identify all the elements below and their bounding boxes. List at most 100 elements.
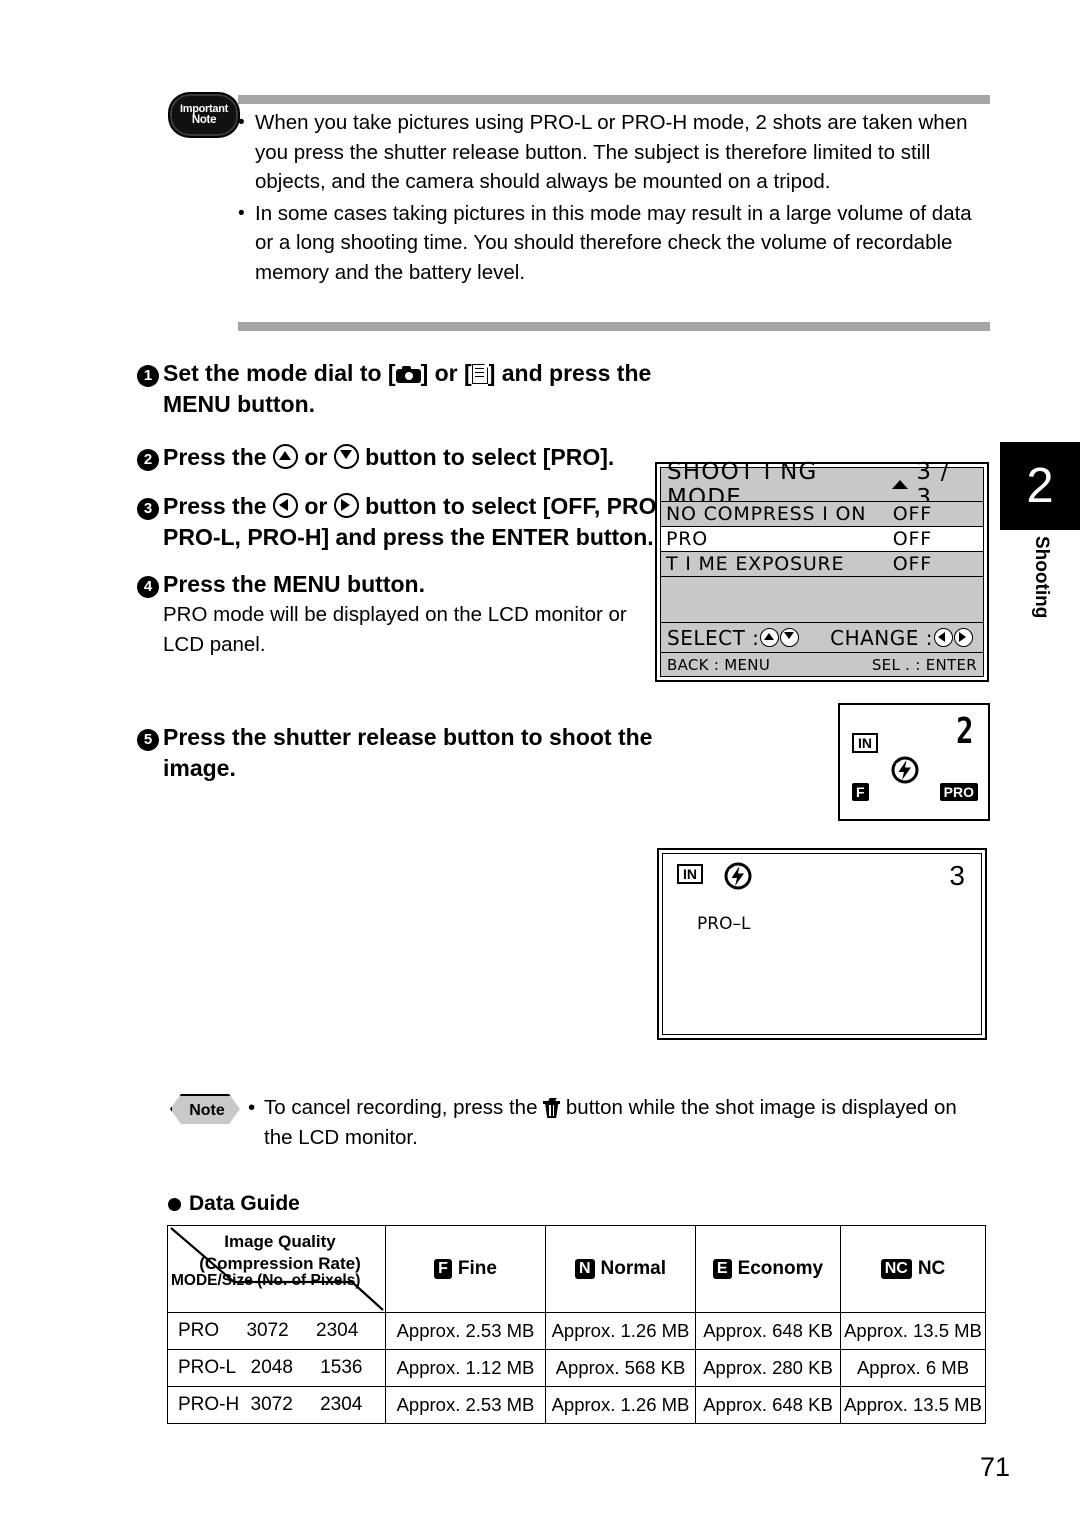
note-item-text: To cancel recording, press the button wh… xyxy=(264,1093,990,1153)
step-3-text-a: Press the xyxy=(163,493,267,519)
note-badge-text: Note xyxy=(170,1094,240,1124)
step-1: 1 Set the mode dial to [] or [] and pres… xyxy=(133,358,663,420)
lcd-menu-footer: BACK : MENU SEL . : ENTER xyxy=(661,653,983,676)
table-row: PRO 3072 2304 Approx. 2.53 MB Approx. 1.… xyxy=(167,1312,986,1350)
table-cell-fine: Approx. 2.53 MB xyxy=(385,1312,546,1350)
lcd-menu-item-label: PRO xyxy=(666,528,709,550)
table-corner-top-label: Image Quality (Compression Rate) xyxy=(199,1232,361,1273)
step-5: 5 Press the shutter release button to sh… xyxy=(133,722,663,784)
important-note-body: • When you take pictures using PRO-L or … xyxy=(238,108,990,289)
step-2-text-c: button to select [PRO]. xyxy=(365,444,615,470)
table-cell-nc: Approx. 13.5 MB xyxy=(840,1386,986,1424)
step-2: 2 Press the or button to select [PRO]. xyxy=(133,442,663,473)
lcd-menu-item-pro[interactable]: PRO OFF xyxy=(661,527,983,552)
pixel-width: 3072 xyxy=(246,1320,289,1341)
table-corner-header: Image Quality (Compression Rate) MODE/Si… xyxy=(167,1225,386,1313)
lcd-menu-item-no-compression[interactable]: NO COMPRESS I ON OFF xyxy=(661,502,983,527)
pixel-width: 3072 xyxy=(250,1394,293,1415)
lcd-menu-item-value: OFF xyxy=(892,553,932,575)
col-label: Economy xyxy=(737,1258,824,1279)
step-1-number: 1 xyxy=(133,364,163,387)
pro-mode-badge: PRO xyxy=(939,783,978,801)
lcd-monitor-mode-text: PRO–L xyxy=(697,914,751,934)
step-2-number: 2 xyxy=(133,448,163,471)
col-label: Fine xyxy=(457,1258,497,1279)
fine-quality-badge: F xyxy=(434,1259,452,1279)
flash-off-icon xyxy=(721,859,755,898)
table-cell-fine: Approx. 2.53 MB xyxy=(385,1386,546,1424)
down-arrow-icon xyxy=(780,628,800,647)
page-number: 71 xyxy=(979,1452,1010,1482)
table-cell-nc: Approx. 6 MB xyxy=(840,1349,986,1387)
mode-name: PRO xyxy=(178,1320,220,1341)
table-col-header-fine: F Fine xyxy=(385,1225,546,1313)
bullet-dot-icon xyxy=(168,1197,181,1211)
lcd-menu-key-hints: SELECT : CHANGE : xyxy=(661,623,983,653)
lcd-menu-select-enter-hint: SEL . : ENTER xyxy=(871,655,977,674)
step-4-text: Press the MENU button. PRO mode will be … xyxy=(163,569,663,660)
step-1-text-b: ] or [ xyxy=(420,360,472,386)
lcd-menu-item-value: OFF xyxy=(892,528,932,550)
lcd-menu-select-label: SELECT : xyxy=(667,625,760,650)
lcd-menu-change-hint: CHANGE : xyxy=(830,626,977,650)
step-3: 3 Press the or button to select [OFF, PR… xyxy=(133,491,663,553)
manual-page: Important Note • When you take pictures … xyxy=(0,0,1080,1529)
step-5-number: 5 xyxy=(133,728,163,751)
lcd-monitor-preview: IN 3 PRO–L xyxy=(657,848,987,1040)
note-body: • To cancel recording, press the button … xyxy=(248,1093,990,1153)
right-arrow-icon xyxy=(954,628,973,647)
lcd-menu-title-row: SHOOT I NG MODE 3 / 3 xyxy=(661,459,983,511)
note-badge: Note xyxy=(170,1094,240,1124)
economy-quality-badge: E xyxy=(712,1259,732,1279)
table-cell-normal: Approx. 1.26 MB xyxy=(545,1386,696,1424)
up-arrow-icon xyxy=(760,628,780,647)
data-guide-table: Image Quality (Compression Rate) MODE/Si… xyxy=(167,1225,986,1424)
table-cell-economy: Approx. 648 KB xyxy=(695,1386,841,1424)
lcd-menu-item-label: T I ME EXPOSURE xyxy=(666,553,845,575)
lcd-panel-shot-count: 2 xyxy=(956,711,974,752)
table-col-header-normal: N Normal xyxy=(545,1225,696,1313)
nc-quality-badge: NC xyxy=(880,1259,912,1279)
step-4: 4 Press the MENU button. PRO mode will b… xyxy=(133,569,663,660)
table-cell-mode: PRO-H 3072 2304 xyxy=(167,1386,386,1424)
step-1-text: Set the mode dial to [] or [] and press … xyxy=(163,358,663,420)
bullet-glyph: • xyxy=(238,112,245,133)
table-cell-normal: Approx. 568 KB xyxy=(545,1349,696,1387)
lcd-menu-change-label: CHANGE : xyxy=(830,625,933,650)
down-arrow-button-icon xyxy=(333,444,359,469)
table-cell-economy: Approx. 648 KB xyxy=(695,1312,841,1350)
page-up-triangle-icon xyxy=(892,480,909,489)
normal-quality-badge: N xyxy=(574,1259,595,1279)
pixel-height: 2304 xyxy=(316,1320,359,1341)
step-3-text-b: or xyxy=(304,493,328,519)
lcd-menu-back-hint: BACK : MENU xyxy=(667,655,771,674)
col-label: NC xyxy=(917,1258,946,1279)
note-item: • To cancel recording, press the button … xyxy=(248,1093,990,1153)
pixel-height: 2304 xyxy=(320,1394,363,1415)
fine-quality-badge: F xyxy=(852,783,869,801)
data-guide-heading: Data Guide xyxy=(168,1192,300,1216)
chapter-number-tab: 2 xyxy=(1000,442,1080,530)
left-arrow-icon xyxy=(934,628,953,647)
table-cell-mode: PRO-L 2048 1536 xyxy=(167,1349,386,1387)
chapter-label-text: Shooting xyxy=(1031,536,1052,619)
table-col-header-economy: E Economy xyxy=(695,1225,841,1313)
lcd-status-panel: IN F PRO 2 xyxy=(838,703,990,821)
step-1-text-a: Set the mode dial to [ xyxy=(163,360,396,386)
lcd-menu-select-hint: SELECT : xyxy=(667,625,800,650)
important-note-badge: Important Note xyxy=(168,92,240,138)
table-row: PRO-H 3072 2304 Approx. 2.53 MB Approx. … xyxy=(167,1386,986,1424)
left-arrow-button-icon xyxy=(272,493,298,518)
step-4-number: 4 xyxy=(133,575,163,598)
lcd-menu-item-value: OFF xyxy=(892,503,932,525)
lcd-menu-item-time-exposure[interactable]: T I ME EXPOSURE OFF xyxy=(661,552,983,577)
col-label: Normal xyxy=(600,1258,667,1279)
table-cell-nc: Approx. 13.5 MB xyxy=(840,1312,986,1350)
bullet-glyph: • xyxy=(238,202,245,224)
important-note-item: • In some cases taking pictures in this … xyxy=(238,199,990,288)
step-3-number: 3 xyxy=(133,497,163,520)
lcd-menu-item-label: NO COMPRESS I ON xyxy=(666,503,867,525)
important-note-item-text: When you take pictures using PRO-L or PR… xyxy=(255,111,968,193)
flash-off-icon xyxy=(888,753,922,792)
chapter-label-tab: Shooting xyxy=(1000,530,1080,670)
